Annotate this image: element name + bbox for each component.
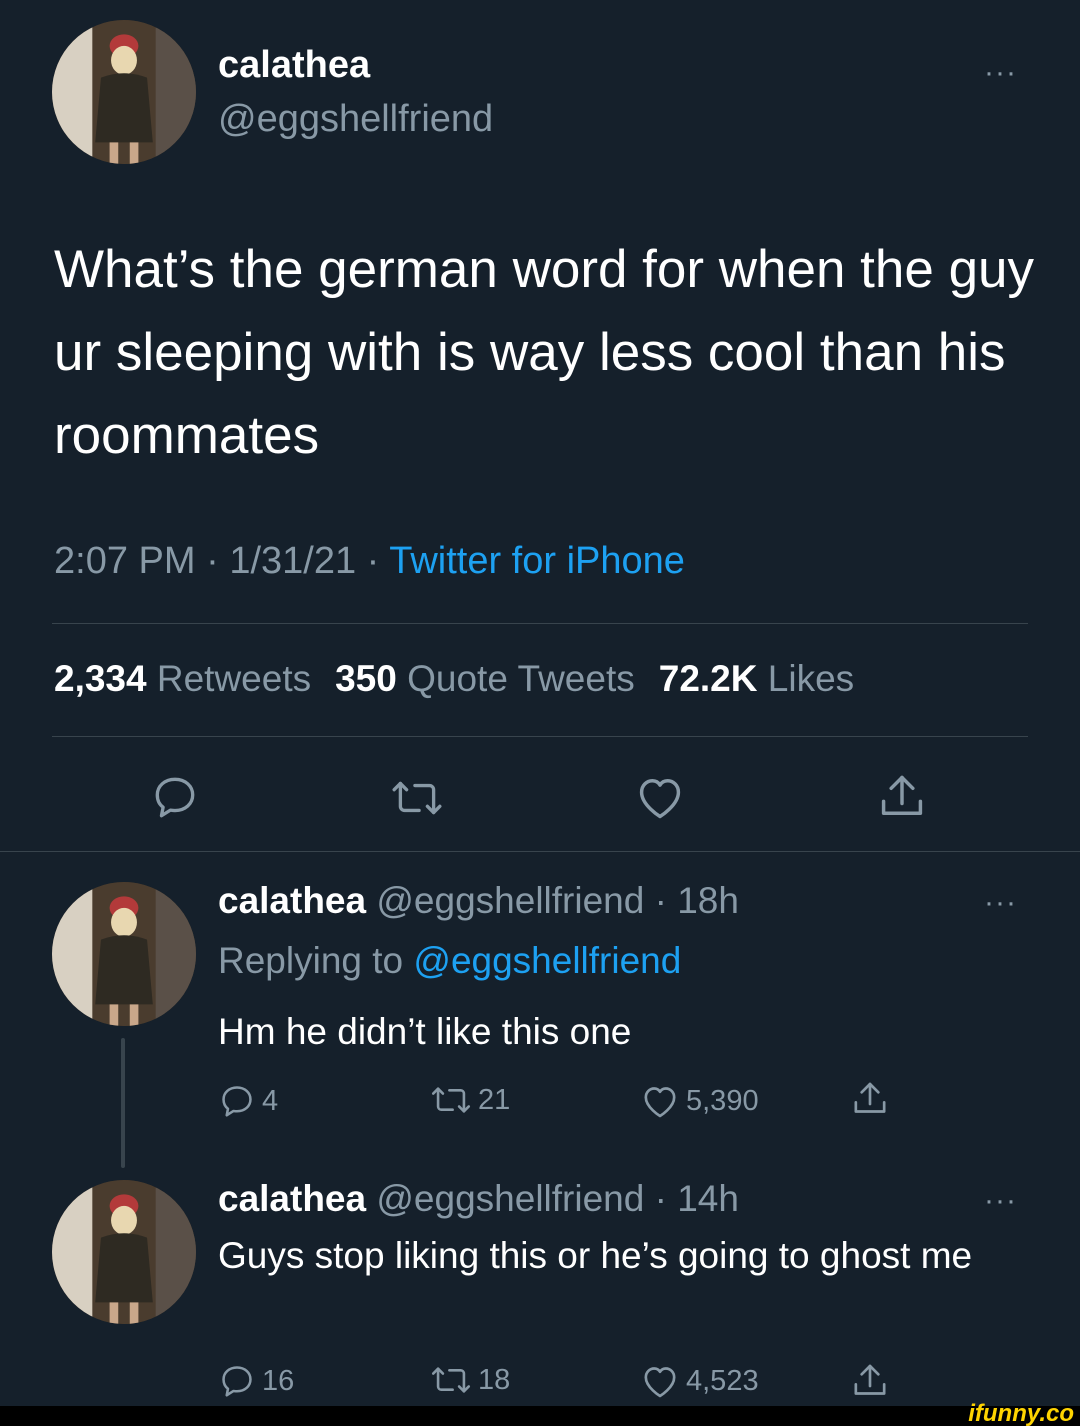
reply-handle[interactable]: @eggshellfriend <box>376 1178 644 1219</box>
reply-time-separator: · <box>644 880 678 921</box>
retweet-count: 21 <box>478 1083 511 1116</box>
watermark-logo: ifunny.co <box>968 1400 1074 1426</box>
like-icon <box>644 1087 676 1118</box>
retweet-action[interactable]: 18 <box>430 1362 510 1398</box>
share-action[interactable] <box>850 1360 896 1402</box>
reply-count: 16 <box>262 1364 295 1397</box>
retweet-icon <box>431 1087 471 1113</box>
reply-action[interactable]: 4 <box>218 1082 278 1120</box>
retweet-icon <box>431 1367 471 1393</box>
thread-line <box>121 1038 125 1168</box>
reply-icon <box>222 1366 252 1397</box>
reply-time[interactable]: 14h <box>677 1178 739 1219</box>
reply-header: calathea @eggshellfriend · 14h <box>218 1178 739 1220</box>
main-avatar[interactable] <box>52 20 196 164</box>
reply-count: 4 <box>262 1084 279 1117</box>
tweet-time: 2:07 PM <box>54 540 196 582</box>
footer-bar <box>0 1406 1080 1426</box>
like-action[interactable]: 5,390 <box>640 1082 759 1120</box>
replying-to: Replying to @eggshellfriend <box>218 940 681 982</box>
replying-label: Replying to <box>218 940 414 981</box>
reply-handle[interactable]: @eggshellfriend <box>376 880 644 921</box>
meta-separator: · <box>195 540 230 582</box>
quotes-stat[interactable]: 350 Quote Tweets <box>335 658 635 699</box>
reply-action[interactable]: 16 <box>218 1362 294 1400</box>
avatar-photo <box>52 1180 196 1324</box>
reply-display-name[interactable]: calathea <box>218 880 366 921</box>
avatar-photo <box>52 882 196 1026</box>
reply-time[interactable]: 18h <box>677 880 739 921</box>
share-action[interactable] <box>850 1078 896 1120</box>
like-count: 5,390 <box>686 1084 759 1117</box>
like-icon <box>644 1367 676 1398</box>
more-icon[interactable]: ··· <box>984 1186 1017 1216</box>
share-icon[interactable] <box>876 770 928 824</box>
reply-header: calathea @eggshellfriend · 18h <box>218 880 739 922</box>
divider <box>52 623 1028 624</box>
share-icon <box>854 1364 886 1395</box>
reply-icon[interactable] <box>150 772 200 822</box>
reply-text: Hm he didn’t like this one <box>218 1011 632 1052</box>
meta-separator: · <box>356 540 390 582</box>
avatar-photo <box>52 20 196 164</box>
like-count: 4,523 <box>686 1364 759 1397</box>
divider <box>52 736 1028 737</box>
retweet-icon[interactable] <box>390 774 444 822</box>
tweet-text: What’s the german word for when the guy … <box>54 240 1035 465</box>
like-icon[interactable] <box>634 772 686 822</box>
replying-to-link[interactable]: @eggshellfriend <box>413 940 681 981</box>
retweet-count: 18 <box>478 1363 511 1396</box>
reply-time-separator: · <box>644 1178 678 1219</box>
tweet-source-link[interactable]: Twitter for iPhone <box>389 540 685 582</box>
reply-avatar[interactable] <box>52 882 196 1026</box>
main-handle[interactable]: @eggshellfriend <box>218 98 493 141</box>
retweets-stat[interactable]: 2,334 Retweets <box>54 658 311 699</box>
reply-icon <box>222 1086 252 1117</box>
reply-avatar[interactable] <box>52 1180 196 1324</box>
tweet-meta: 2:07 PM · 1/31/21 · Twitter for iPhone <box>54 540 685 583</box>
tweet-stats: 2,334 Retweets 350 Quote Tweets 72.2K Like… <box>54 658 878 700</box>
likes-stat[interactable]: 72.2K Likes <box>659 658 854 699</box>
tweet-date: 1/31/21 <box>229 540 357 582</box>
like-action[interactable]: 4,523 <box>640 1362 759 1400</box>
more-icon[interactable]: ··· <box>984 58 1017 88</box>
retweet-action[interactable]: 21 <box>430 1082 510 1118</box>
main-display-name[interactable]: calathea <box>218 44 370 87</box>
reply-text: Guys stop liking this or he’s going to g… <box>218 1235 973 1276</box>
divider <box>0 851 1080 852</box>
more-icon[interactable]: ··· <box>984 888 1017 918</box>
share-icon <box>854 1082 886 1113</box>
reply-display-name[interactable]: calathea <box>218 1178 366 1219</box>
